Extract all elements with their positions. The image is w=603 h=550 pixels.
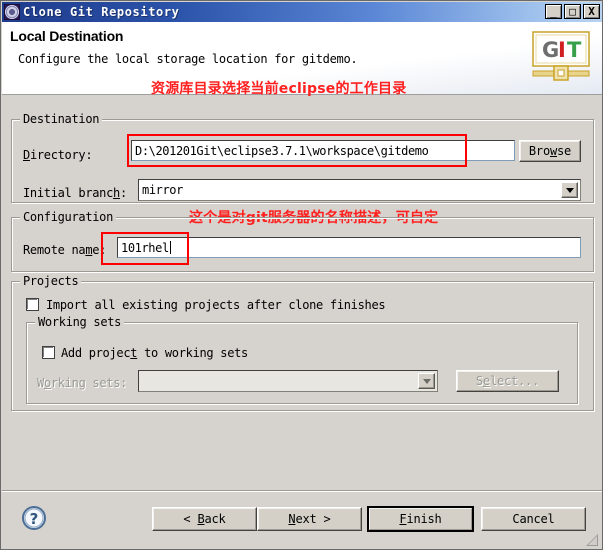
back-button-label: < Back <box>183 512 226 526</box>
destination-group-title: Destination <box>20 112 103 126</box>
help-question-mark-icon[interactable]: ? <box>20 504 48 532</box>
chevron-down-icon-working-sets <box>418 373 435 389</box>
resize-grip-icon[interactable] <box>585 532 599 546</box>
directory-input[interactable]: D:\201201Git\eclipse3.7.1\workspace\gitd… <box>131 140 515 161</box>
select-working-sets-button: Select... <box>456 370 559 392</box>
finish-button[interactable]: Finish <box>367 506 474 532</box>
browse-button-label: Browse <box>528 144 572 158</box>
back-button[interactable]: < Back <box>152 507 257 531</box>
initial-branch-label: Initial branch: <box>23 186 127 200</box>
directory-label: Directory: <box>23 148 93 162</box>
import-all-projects-label: Import all existing projects after clone… <box>46 298 386 312</box>
cancel-button-label: Cancel <box>512 512 555 526</box>
maximize-button[interactable]: □ <box>564 4 581 19</box>
svg-text:T: T <box>567 38 582 62</box>
select-working-sets-label: Select... <box>475 374 540 388</box>
svg-text:G: G <box>542 38 559 62</box>
chevron-down-icon[interactable] <box>561 182 578 198</box>
footer-separator <box>2 490 602 492</box>
close-button[interactable]: X <box>583 4 600 19</box>
gear-icon <box>4 4 20 20</box>
window-controls: _ □ X <box>545 4 600 19</box>
cancel-button[interactable]: Cancel <box>481 507 586 531</box>
git-logo-icon: G I T <box>531 30 593 86</box>
finish-button-label: Finish <box>369 508 472 530</box>
clone-git-repository-dialog: Clone Git Repository _ □ X Local Destina… <box>0 0 603 550</box>
add-project-to-working-sets-checkbox[interactable] <box>42 346 55 359</box>
minimize-button[interactable]: _ <box>545 4 562 19</box>
working-sets-group-title: Working sets <box>35 315 125 329</box>
annotation-directory-note: 资源库目录选择当前eclipse的工作目录 <box>151 81 407 97</box>
minimize-icon: _ <box>550 6 557 19</box>
browse-button[interactable]: Browse <box>519 140 581 162</box>
directory-input-value: D:\201201Git\eclipse3.7.1\workspace\gitd… <box>135 143 429 158</box>
close-icon: X <box>588 5 595 18</box>
next-button-label: Next > <box>288 512 331 526</box>
add-project-to-working-sets-label: Add project to working sets <box>61 346 248 360</box>
window-title: Clone Git Repository <box>23 5 180 19</box>
import-all-projects-checkbox[interactable] <box>26 298 39 311</box>
projects-group-title: Projects <box>20 274 82 288</box>
remote-name-label: Remote name: <box>23 243 107 257</box>
svg-text:?: ? <box>30 510 39 528</box>
working-sets-combo <box>138 370 438 392</box>
initial-branch-combo[interactable]: mirror <box>138 179 581 201</box>
title-bar: Clone Git Repository _ □ X <box>2 2 602 22</box>
remote-name-input[interactable]: 101rhel <box>117 237 581 258</box>
page-description: Configure the local storage location for… <box>18 52 358 66</box>
remote-name-input-value: 101rhel <box>121 240 169 255</box>
initial-branch-value: mirror <box>142 183 183 197</box>
next-button[interactable]: Next > <box>257 507 362 531</box>
working-sets-label: Working sets: <box>37 376 128 390</box>
page-title: Local Destination <box>10 28 124 44</box>
configuration-group-title: Configuration <box>20 210 117 224</box>
svg-text:I: I <box>558 38 566 62</box>
text-caret <box>169 241 171 254</box>
maximize-icon: □ <box>569 5 576 18</box>
